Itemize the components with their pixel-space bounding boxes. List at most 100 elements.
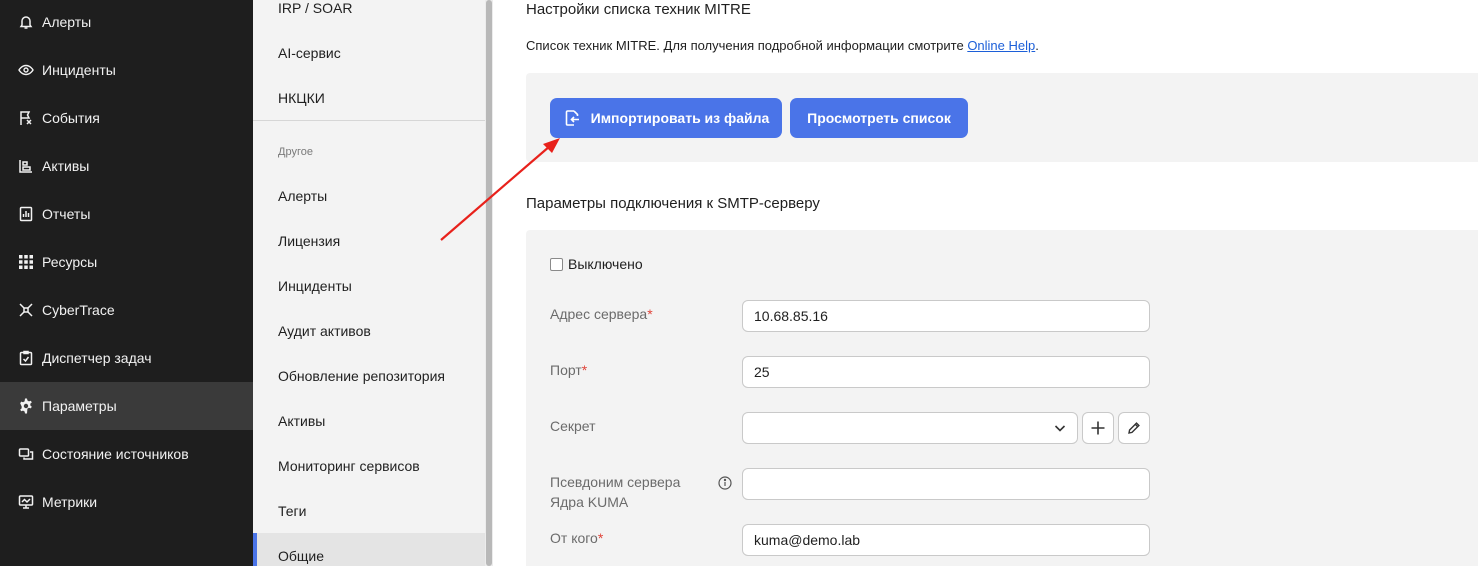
submenu-item-nkcki[interactable]: НКЦКИ xyxy=(253,75,485,120)
nav-item-label: CyberTrace xyxy=(42,302,115,318)
nav-item-source-status[interactable]: Состояние источников xyxy=(0,430,253,478)
mitre-description: Список техник MITRE. Для получения подро… xyxy=(526,38,1039,53)
server-alias-label: Псевдоним сервера Ядра KUMA xyxy=(550,474,681,510)
main-nav: Алерты Инциденты События Активы Отчеты Р… xyxy=(0,0,253,566)
submenu-item-label: Теги xyxy=(278,502,307,519)
server-address-label-text: Адрес сервера xyxy=(550,306,648,322)
smtp-section-title: Параметры подключения к SMTP-серверу xyxy=(526,195,820,212)
mitre-section-title: Настройки списка техник MITRE xyxy=(526,1,751,18)
submenu-item-label: Мониторинг сервисов xyxy=(278,457,420,474)
pencil-icon xyxy=(1128,422,1140,434)
from-input[interactable] xyxy=(742,524,1150,556)
assets-icon xyxy=(18,158,34,174)
plus-icon xyxy=(1091,421,1105,435)
submenu-item-alerts[interactable]: Алерты xyxy=(253,173,485,218)
submenu-item-label: Алерты xyxy=(278,187,328,204)
flag-icon xyxy=(18,110,34,126)
nav-item-label: Активы xyxy=(42,158,90,174)
submenu-item-incidents[interactable]: Инциденты xyxy=(253,263,485,308)
chevron-down-icon xyxy=(1054,425,1066,432)
bell-icon xyxy=(18,14,34,30)
source-icon xyxy=(18,446,34,462)
nav-item-events[interactable]: События xyxy=(0,94,253,142)
submenu-item-label: Общие xyxy=(278,547,325,564)
nav-item-assets[interactable]: Активы xyxy=(0,142,253,190)
task-icon xyxy=(18,350,34,366)
submenu-item-assets[interactable]: Активы xyxy=(253,398,485,443)
from-label: От кого* xyxy=(550,528,603,548)
view-list-button-label: Просмотреть список xyxy=(807,110,951,126)
nav-item-metrics[interactable]: Метрики xyxy=(0,478,253,526)
import-button-label: Импортировать из файла xyxy=(590,110,770,126)
submenu-item-asset-audit[interactable]: Аудит активов xyxy=(253,308,485,353)
submenu-item-license[interactable]: Лицензия xyxy=(253,218,485,263)
gear-icon xyxy=(18,398,34,414)
nav-item-label: Диспетчер задач xyxy=(42,350,152,366)
disabled-checkbox-row[interactable]: Выключено xyxy=(550,256,643,272)
report-icon xyxy=(18,206,34,222)
server-address-label: Адрес сервера* xyxy=(550,304,653,324)
nav-item-label: Метрики xyxy=(42,494,98,510)
submenu-item-label: Обновление репозитория xyxy=(278,367,445,384)
nav-item-label: События xyxy=(42,110,100,126)
edit-secret-button[interactable] xyxy=(1118,412,1150,444)
port-input[interactable] xyxy=(742,356,1150,388)
add-secret-button[interactable] xyxy=(1082,412,1114,444)
submenu-item-irp-soar[interactable]: IRP / SOAR xyxy=(253,0,485,30)
file-import-icon xyxy=(565,110,579,126)
required-mark: * xyxy=(597,530,604,546)
submenu-item-label: Аудит активов xyxy=(278,322,371,339)
disabled-checkbox-label: Выключено xyxy=(568,256,643,272)
nav-item-label: Состояние источников xyxy=(42,446,189,462)
online-help-link[interactable]: Online Help xyxy=(967,38,1035,53)
mitre-actions-panel: Импортировать из файла Просмотреть списо… xyxy=(526,73,1478,162)
server-alias-input[interactable] xyxy=(742,468,1150,500)
nav-item-alerts[interactable]: Алерты xyxy=(0,0,253,46)
disabled-checkbox[interactable] xyxy=(550,257,563,271)
smtp-settings-panel: Выключено Адрес сервера* Порт* Секрет Пс… xyxy=(526,230,1478,566)
nav-item-incidents[interactable]: Инциденты xyxy=(0,46,253,94)
import-from-file-button[interactable]: Импортировать из файла xyxy=(550,98,782,138)
submenu-item-repository-update[interactable]: Обновление репозитория xyxy=(253,353,485,398)
nav-item-task-manager[interactable]: Диспетчер задач xyxy=(0,334,253,382)
submenu-group-label: Другое xyxy=(278,146,313,158)
submenu-item-label: IRP / SOAR xyxy=(278,0,353,16)
required-mark: * xyxy=(581,362,588,378)
submenu-item-service-monitoring[interactable]: Мониторинг сервисов xyxy=(253,443,485,488)
secret-select[interactable] xyxy=(742,412,1078,444)
port-label-text: Порт xyxy=(550,362,582,378)
submenu-scrollbar[interactable] xyxy=(485,0,493,566)
eye-icon xyxy=(18,62,34,78)
nav-item-label: Отчеты xyxy=(42,206,91,222)
submenu-item-label: Активы xyxy=(278,412,326,429)
from-label-text: От кого xyxy=(550,530,598,546)
submenu-item-label: AI-сервис xyxy=(278,44,341,61)
nav-item-cybertrace[interactable]: CyberTrace xyxy=(0,286,253,334)
metrics-icon xyxy=(18,494,34,510)
main-content: Настройки списка техник MITRE Список тех… xyxy=(493,0,1478,566)
port-label: Порт* xyxy=(550,360,587,380)
submenu-item-label: Лицензия xyxy=(278,232,341,249)
nav-item-reports[interactable]: Отчеты xyxy=(0,190,253,238)
grid-icon xyxy=(18,254,34,270)
nav-item-label: Алерты xyxy=(42,14,92,30)
secret-label: Секрет xyxy=(550,418,596,434)
nav-item-resources[interactable]: Ресурсы xyxy=(0,238,253,286)
cybertrace-icon xyxy=(18,302,34,318)
server-address-input[interactable] xyxy=(742,300,1150,332)
view-list-button[interactable]: Просмотреть список xyxy=(790,98,968,138)
submenu-item-general[interactable]: Общие xyxy=(253,533,485,566)
submenu-item-ai-service[interactable]: AI-сервис xyxy=(253,30,485,75)
submenu-item-label: НКЦКИ xyxy=(278,89,325,106)
nav-item-settings[interactable]: Параметры xyxy=(0,382,253,430)
nav-item-label: Ресурсы xyxy=(42,254,98,270)
mitre-description-end: . xyxy=(1035,38,1039,53)
submenu-divider xyxy=(253,120,485,121)
required-mark: * xyxy=(647,306,653,322)
submenu-item-tags[interactable]: Теги xyxy=(253,488,485,533)
info-icon[interactable] xyxy=(718,476,732,490)
nav-item-label: Параметры xyxy=(42,398,117,414)
mitre-description-text: Список техник MITRE. Для получения подро… xyxy=(526,38,968,53)
settings-submenu: IRP / SOAR AI-сервис НКЦКИ Другое Алерты… xyxy=(253,0,485,566)
submenu-scrollbar-thumb[interactable] xyxy=(486,0,492,566)
